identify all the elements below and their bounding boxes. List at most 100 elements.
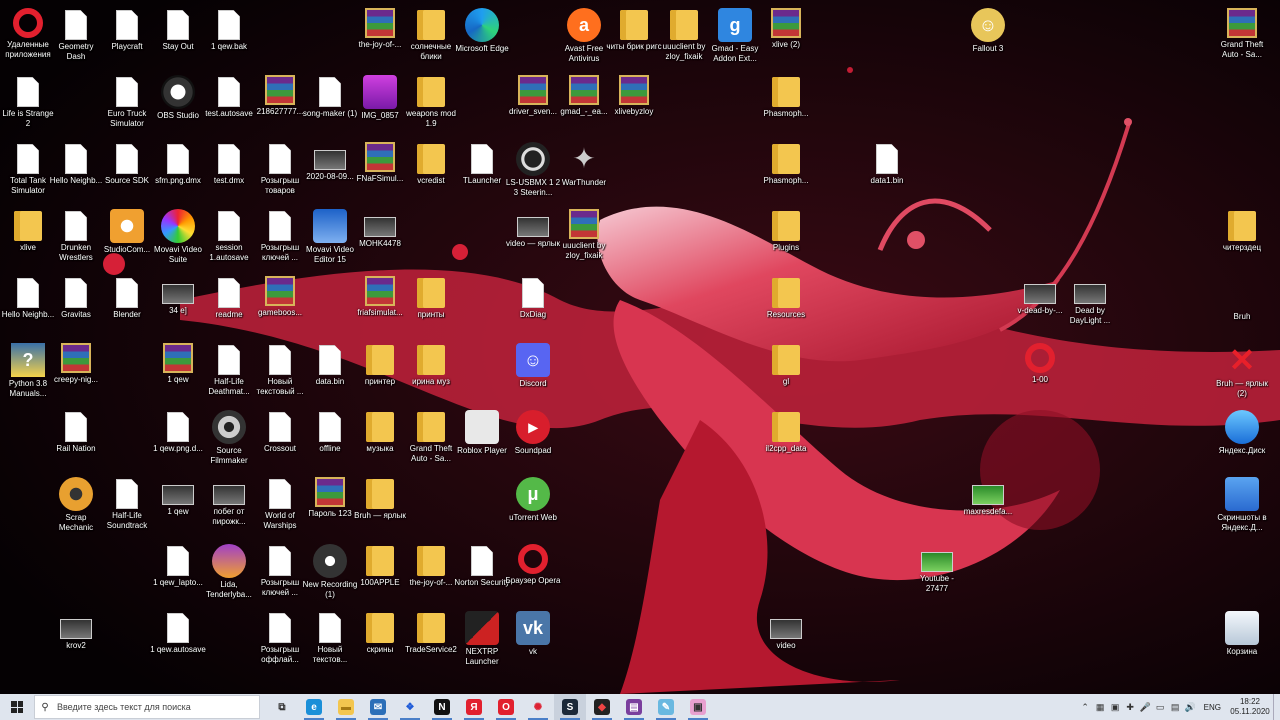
desktop-icon[interactable]: Корзина	[1214, 607, 1270, 673]
desktop-icon[interactable]: data.bin	[302, 339, 358, 405]
desktop-icon[interactable]: солнечные блики	[403, 4, 459, 70]
tray-icon[interactable]: ▭	[1153, 694, 1168, 720]
desktop-icon[interactable]: Plugins	[758, 205, 814, 271]
desktop-icon[interactable]: New Recording (1)	[302, 540, 358, 606]
desktop-icon[interactable]: uuuclient by zloy_fixaik	[556, 205, 612, 271]
desktop-icon[interactable]: video	[758, 607, 814, 673]
desktop-icon[interactable]: song-maker (1)	[302, 71, 358, 137]
desktop-icon[interactable]: ✕ Bruh — ярлык (2)	[1214, 339, 1270, 405]
desktop-icon[interactable]: World of Warships	[252, 473, 308, 539]
desktop-icon[interactable]: TradeService2	[403, 607, 459, 673]
desktop-icon[interactable]: музыка	[352, 406, 408, 472]
clock[interactable]: 18:22 05.11.2020	[1227, 697, 1273, 717]
desktop-icon[interactable]: ✦ WarThunder	[556, 138, 612, 204]
desktop-icon[interactable]: Half-Life Soundtrack	[99, 473, 155, 539]
tray-icon[interactable]: ✚	[1123, 694, 1138, 720]
desktop-icon[interactable]: gmad_-_ea...	[556, 71, 612, 137]
show-desktop-button[interactable]	[1273, 694, 1280, 720]
search-input[interactable]	[55, 701, 254, 713]
desktop-icon[interactable]: offline	[302, 406, 358, 472]
desktop-icon[interactable]: StudioCom...	[99, 205, 155, 271]
taskbar-app-notepad[interactable]: ✎	[650, 694, 682, 720]
desktop-icon[interactable]: Phasmoph...	[758, 71, 814, 137]
taskbar-app-movavi[interactable]: ✺	[522, 694, 554, 720]
desktop-icon[interactable]: Resources	[758, 272, 814, 338]
desktop-icon[interactable]: test.dmx	[201, 138, 257, 204]
taskbar-app-notion[interactable]: N	[426, 694, 458, 720]
taskbar-app-game[interactable]: ◆	[586, 694, 618, 720]
desktop-icon[interactable]: gl	[758, 339, 814, 405]
desktop-icon[interactable]: Gravitas	[48, 272, 104, 338]
desktop-icon[interactable]: Новый текстовый ...	[252, 339, 308, 405]
desktop-icon[interactable]: 1 qew	[150, 339, 206, 405]
taskbar-app-file-explorer[interactable]: ▬	[330, 694, 362, 720]
taskbar-app-mail[interactable]: ✉	[362, 694, 394, 720]
desktop-icon[interactable]: принты	[403, 272, 459, 338]
desktop-icon[interactable]: g Gmad - Easy Addon Ext...	[707, 4, 763, 70]
desktop-icon[interactable]: Roblox Player	[454, 406, 510, 472]
desktop-icon[interactable]: ☺ Discord	[505, 339, 561, 405]
desktop-icon[interactable]: скрины	[352, 607, 408, 673]
desktop-icon[interactable]: gameboos...	[252, 272, 308, 338]
taskbar-app-edge[interactable]: e	[298, 694, 330, 720]
desktop-icon[interactable]: Scrap Mechanic	[48, 473, 104, 539]
desktop-icon[interactable]: Новый текстов...	[302, 607, 358, 673]
desktop-icon[interactable]: DxDiag	[505, 272, 561, 338]
desktop-icon[interactable]: ▸ Soundpad	[505, 406, 561, 472]
desktop-icon[interactable]: Розыгрыш товаров	[252, 138, 308, 204]
desktop-icon[interactable]: Hello Neighb...	[48, 138, 104, 204]
desktop-icon[interactable]: Drunken Wrestlers	[48, 205, 104, 271]
desktop-icon[interactable]: Розыгрыш оффлай...	[252, 607, 308, 673]
taskbar-app-task-view[interactable]: ⧉	[266, 694, 298, 720]
tray-icon[interactable]: ▤	[1168, 694, 1183, 720]
desktop-icon[interactable]: xlive (2)	[758, 4, 814, 70]
desktop-icon[interactable]: LS-USBMX 1 2 3 Steerin...	[505, 138, 561, 204]
language-indicator[interactable]: ENG	[1198, 703, 1227, 712]
desktop-icon[interactable]: Source Filmmaker	[201, 406, 257, 472]
desktop-icon[interactable]: 1 qew.bak	[201, 4, 257, 70]
taskbar-app-paint[interactable]: ▣	[682, 694, 714, 720]
desktop-icon[interactable]: Скриншоты в Яндекс.Д...	[1214, 473, 1270, 539]
desktop-icon[interactable]: Браузер Opera	[505, 540, 561, 606]
desktop-icon[interactable]: Movavi Video Editor 15	[302, 205, 358, 271]
desktop-icon[interactable]: v-dead-by-...	[1012, 272, 1068, 338]
desktop-icon[interactable]: 218627777...	[252, 71, 308, 137]
desktop-icon[interactable]: 1-00	[1012, 339, 1068, 405]
desktop-icon[interactable]: maxresdefa...	[960, 473, 1016, 539]
desktop-icon[interactable]: Life is Strange 2	[0, 71, 56, 137]
desktop-icon[interactable]: ☺ Fallout 3	[960, 4, 1016, 70]
desktop-icon[interactable]: Grand Theft Auto - Sa...	[403, 406, 459, 472]
desktop-icon[interactable]: Dead by DayLight ...	[1062, 272, 1118, 338]
desktop-icon[interactable]: session 1.autosave	[201, 205, 257, 271]
desktop-icon[interactable]: читерздец	[1214, 205, 1270, 271]
desktop-icon[interactable]: Phasmoph...	[758, 138, 814, 204]
desktop-icon[interactable]: NEXTRP Launcher	[454, 607, 510, 673]
desktop-icon[interactable]: Source SDK	[99, 138, 155, 204]
desktop-icon[interactable]: Euro Truck Simulator	[99, 71, 155, 137]
tray-icon[interactable]: 🎤	[1138, 694, 1153, 720]
desktop-icon[interactable]: weapons mod 1.9	[403, 71, 459, 137]
desktop-icon[interactable]: sfm.png.dmx	[150, 138, 206, 204]
desktop-icon[interactable]: Grand Theft Auto - Sa...	[1214, 4, 1270, 70]
desktop-icon[interactable]: 1 qew.png.d...	[150, 406, 206, 472]
desktop-icon[interactable]: IMG_0857	[352, 71, 408, 137]
desktop-icon[interactable]: побег от пирожк...	[201, 473, 257, 539]
desktop-icon[interactable]: ирина муз	[403, 339, 459, 405]
desktop-icon[interactable]: Playcraft	[99, 4, 155, 70]
desktop-icon[interactable]: data1.bin	[859, 138, 915, 204]
desktop-icon[interactable]: Norton Security	[454, 540, 510, 606]
desktop-icon[interactable]: Lida, Tenderlyba...	[201, 540, 257, 606]
desktop-icon[interactable]: video — ярлык	[505, 205, 561, 271]
desktop-icon[interactable]: Youtube - 27477	[909, 540, 965, 606]
desktop-icon[interactable]: MOHK4478	[352, 205, 408, 271]
desktop-icon[interactable]: Розыгрыш ключей ...	[252, 540, 308, 606]
desktop-icon[interactable]: Microsoft Edge	[454, 4, 510, 70]
desktop-icon[interactable]: test.autosave	[201, 71, 257, 137]
desktop-icon[interactable]: uuuclient by zloy_fixaik	[656, 4, 712, 70]
desktop-icon[interactable]: Пароль 123	[302, 473, 358, 539]
tray-icon[interactable]: ▣	[1108, 694, 1123, 720]
desktop-icon[interactable]: принтер	[352, 339, 408, 405]
taskbar-app-dropbox[interactable]: ❖	[394, 694, 426, 720]
desktop-icon[interactable]: Geometry Dash	[48, 4, 104, 70]
taskbar-search[interactable]: ⚲	[34, 695, 260, 719]
